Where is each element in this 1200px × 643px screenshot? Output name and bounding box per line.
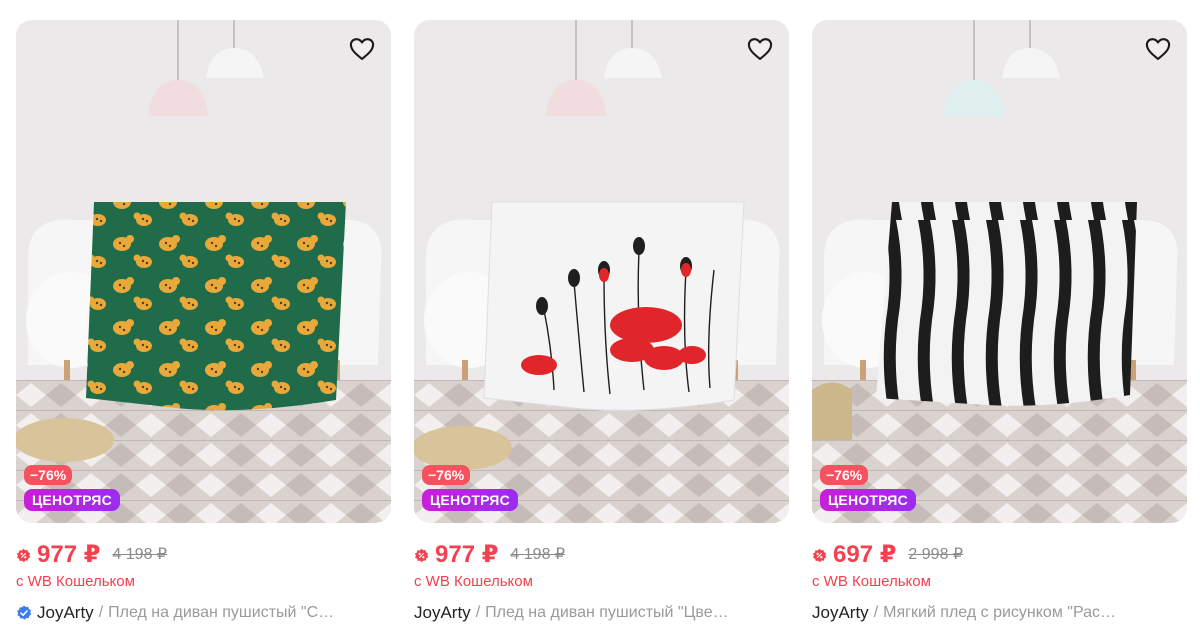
wallet-discount-icon: [16, 548, 31, 562]
wallet-discount-icon: [812, 548, 827, 562]
price: 697 ₽: [833, 541, 897, 568]
product-photo[interactable]: −76% ЦЕНОТРЯС: [812, 20, 1187, 523]
product-title-row[interactable]: JoyArty / Мягкий плед с рисунком "Рас…: [812, 602, 1187, 624]
product-card[interactable]: −76% ЦЕНОТРЯС 977 ₽ 4 198 ₽ с WB Кошельк…: [16, 20, 391, 643]
product-grid: −76% ЦЕНОТРЯС 977 ₽ 4 198 ₽ с WB Кошельк…: [16, 20, 1188, 643]
product-card[interactable]: −76% ЦЕНОТРЯС 977 ₽ 4 198 ₽ с WB Кошельк…: [414, 20, 789, 643]
product-image: [16, 20, 391, 523]
old-price: 4 198 ₽: [510, 546, 566, 563]
heart-outline-icon: [747, 38, 773, 60]
wallet-note: с WB Кошельком: [414, 573, 533, 590]
old-price: 4 198 ₽: [112, 546, 168, 563]
heart-outline-icon: [349, 38, 375, 60]
favorite-button[interactable]: [743, 32, 777, 66]
discount-badge: −76%: [24, 465, 73, 485]
product-image: [414, 20, 789, 523]
favorite-button[interactable]: [345, 32, 379, 66]
verified-badge-icon: [17, 605, 32, 620]
badges: −76% ЦЕНОТРЯС: [820, 465, 916, 511]
product-photo[interactable]: −76% ЦЕНОТРЯС: [16, 20, 391, 523]
wallet-note: с WB Кошельком: [812, 573, 931, 590]
heart-outline-icon: [1145, 38, 1171, 60]
discount-badge: −76%: [820, 465, 869, 485]
product-name[interactable]: Мягкий плед с рисунком "Рас…: [883, 604, 1187, 622]
title-separator: /: [98, 604, 104, 621]
brand-name[interactable]: JoyArty: [812, 603, 869, 623]
product-name[interactable]: Плед на диван пушистый "С…: [108, 604, 391, 622]
promo-badge: ЦЕНОТРЯС: [24, 489, 120, 511]
wallet-discount-icon: [414, 548, 429, 562]
old-price: 2 998 ₽: [908, 546, 964, 563]
badges: −76% ЦЕНОТРЯС: [24, 465, 120, 511]
price-row: 977 ₽ 4 198 ₽: [414, 541, 565, 569]
product-name[interactable]: Плед на диван пушистый "Цве…: [485, 604, 789, 622]
promo-badge: ЦЕНОТРЯС: [422, 489, 518, 511]
product-card[interactable]: −76% ЦЕНОТРЯС 697 ₽ 2 998 ₽ с WB Кошельк…: [812, 20, 1187, 643]
product-photo[interactable]: −76% ЦЕНОТРЯС: [414, 20, 789, 523]
price: 977 ₽: [37, 541, 101, 568]
title-separator: /: [873, 604, 879, 621]
promo-badge: ЦЕНОТРЯС: [820, 489, 916, 511]
brand-name[interactable]: JoyArty: [37, 603, 94, 623]
price-row: 977 ₽ 4 198 ₽: [16, 541, 167, 569]
wallet-note: с WB Кошельком: [16, 573, 135, 590]
price: 977 ₽: [435, 541, 499, 568]
product-title-row[interactable]: JoyArty / Плед на диван пушистый "Цве…: [414, 602, 789, 624]
discount-badge: −76%: [422, 465, 471, 485]
brand-name[interactable]: JoyArty: [414, 603, 471, 623]
product-image: [812, 20, 1187, 523]
title-separator: /: [475, 604, 481, 621]
product-title-row[interactable]: JoyArty / Плед на диван пушистый "С…: [16, 602, 391, 624]
badges: −76% ЦЕНОТРЯС: [422, 465, 518, 511]
price-row: 697 ₽ 2 998 ₽: [812, 541, 963, 569]
favorite-button[interactable]: [1141, 32, 1175, 66]
